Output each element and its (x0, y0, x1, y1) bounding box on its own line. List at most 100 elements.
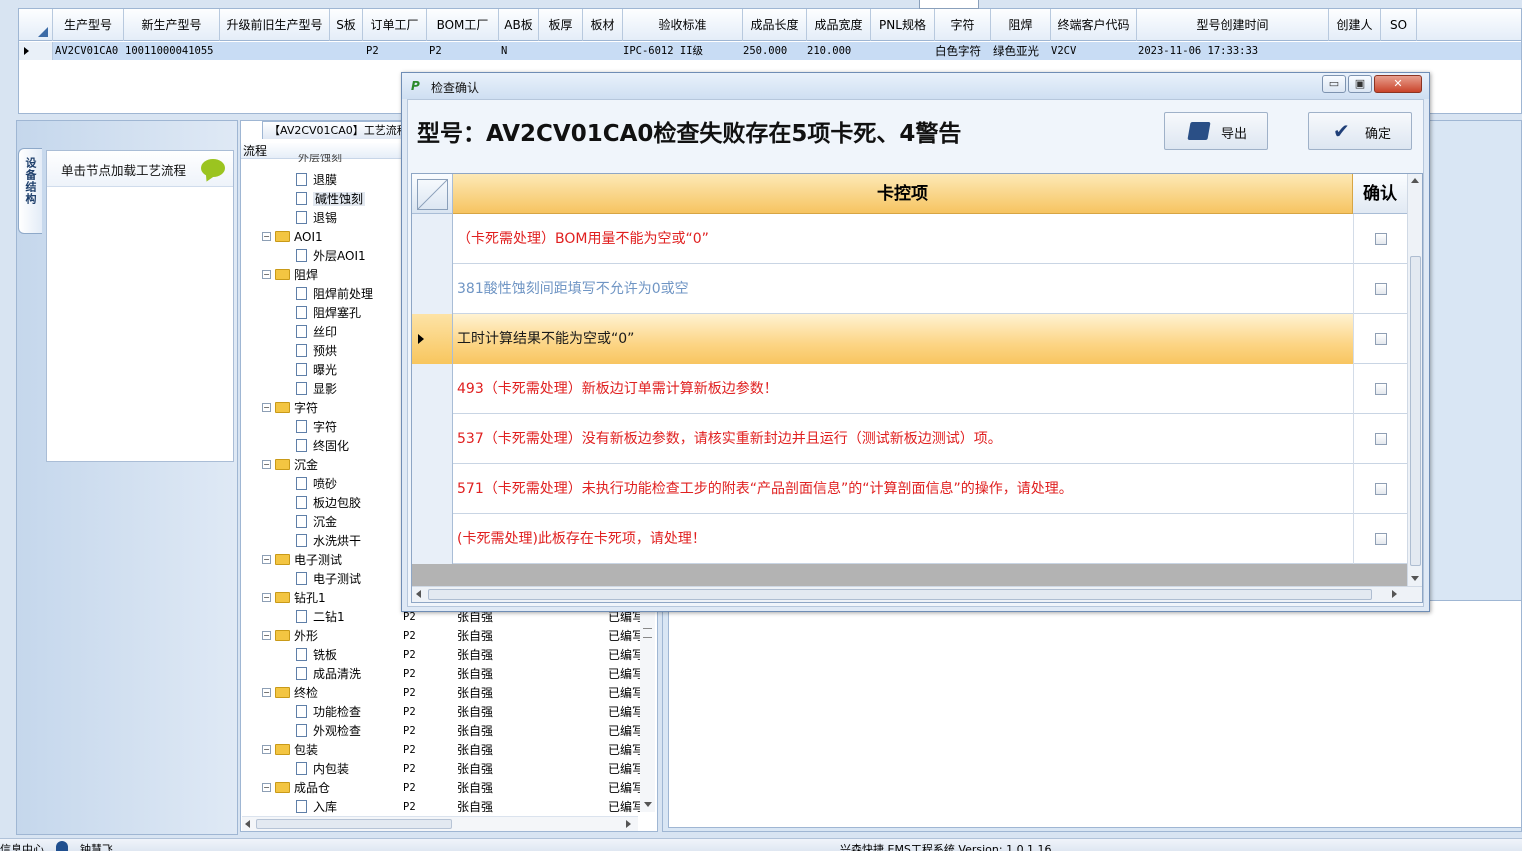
row-header[interactable] (412, 414, 453, 464)
scroll-thumb[interactable] (428, 589, 1372, 600)
check-item-row[interactable]: （卡死需处理）BOM用量不能为空或“0” (412, 214, 1407, 264)
grid-corner[interactable] (19, 9, 53, 41)
check-item-row[interactable]: 工时计算结果不能为空或“0” (412, 314, 1407, 364)
row-indicator[interactable] (19, 42, 53, 60)
confirm-checkbox[interactable] (1375, 333, 1387, 345)
export-button[interactable]: 导出 (1164, 112, 1268, 150)
collapse-icon[interactable]: − (262, 232, 271, 241)
check-item-row[interactable]: (卡死需处理)此板存在卡死项，请处理！ (412, 514, 1407, 564)
tree-group-node[interactable]: − 包装 (262, 741, 318, 760)
tree-group-node[interactable]: − 终检 (262, 684, 318, 703)
col-header-so[interactable]: SO (1381, 9, 1417, 41)
collapse-icon[interactable]: − (262, 403, 271, 412)
tree-step-node[interactable]: 喷砂 (296, 475, 337, 494)
process-tab-title[interactable]: 【AV2CV01CA0】工艺流程 (262, 121, 415, 139)
row-header[interactable] (412, 464, 453, 514)
tree-group-node[interactable]: − 电子测试 (262, 551, 342, 570)
col-header-old-model[interactable]: 升级前旧生产型号 (220, 9, 330, 41)
collapse-icon[interactable]: − (262, 745, 271, 754)
col-header-creator[interactable]: 创建人 (1329, 9, 1381, 41)
confirm-checkbox[interactable] (1375, 233, 1387, 245)
row-header[interactable] (412, 264, 453, 314)
col-header-solder[interactable]: 阻焊 (991, 9, 1051, 41)
col-header-check-item[interactable]: 卡控项 (453, 174, 1353, 214)
tree-group-node[interactable]: − AOI1 (262, 228, 323, 247)
col-header-width[interactable]: 成品宽度 (807, 9, 871, 41)
tree-step-node[interactable]: 字符 (296, 418, 337, 437)
confirm-checkbox[interactable] (1375, 483, 1387, 495)
tree-step-node[interactable]: 曝光 (296, 361, 337, 380)
tree-step-node[interactable]: 预烘 (296, 342, 337, 361)
tree-step-node[interactable]: 铣板 (296, 646, 337, 665)
collapse-icon[interactable]: − (262, 270, 271, 279)
collapse-icon[interactable]: − (262, 555, 271, 564)
tree-step-node[interactable]: 电子测试 (296, 570, 361, 589)
col-header-material[interactable]: 板材 (583, 9, 623, 41)
col-header-order-factory[interactable]: 订单工厂 (363, 9, 427, 41)
collapse-icon[interactable]: − (262, 783, 271, 792)
col-header-standard[interactable]: 验收标准 (623, 9, 743, 41)
tree-group-node[interactable]: − 钻孔1 (262, 589, 326, 608)
confirm-button[interactable]: ✔ 确定 (1308, 112, 1412, 150)
row-header[interactable] (412, 364, 453, 414)
scroll-left-icon[interactable] (416, 590, 421, 598)
col-header-thickness[interactable]: 板厚 (539, 9, 583, 41)
table-row[interactable]: AV2CV01CA0 10011000041055 P2 P2 N IPC-60… (19, 42, 1521, 60)
col-header-length[interactable]: 成品长度 (743, 9, 807, 41)
tree-step-node[interactable]: 外观检查 (296, 722, 361, 741)
col-header-confirm[interactable]: 确认 (1353, 174, 1407, 214)
tree-step-node[interactable]: 入库 (296, 798, 337, 817)
grid-vertical-scrollbar[interactable] (1407, 174, 1422, 586)
tree-step-node[interactable]: 水洗烘干 (296, 532, 361, 551)
check-item-row[interactable]: 493（卡死需处理）新板边订单需计算新板边参数！ (412, 364, 1407, 414)
col-header-new-model[interactable]: 新生产型号 (124, 9, 220, 41)
col-header-s-board[interactable]: S板 (330, 9, 363, 41)
tree-group-node[interactable]: − 成品仓 (262, 779, 330, 798)
tree-step-node[interactable]: 成品清洗 (296, 665, 361, 684)
col-header-bom-factory[interactable]: BOM工厂 (427, 9, 499, 41)
scroll-thumb[interactable] (256, 819, 452, 829)
tree-group-node[interactable]: − 外形 (262, 627, 318, 646)
tree-step-node[interactable]: 二钻1 (296, 608, 345, 627)
row-header[interactable] (412, 514, 453, 564)
dialog-titlebar[interactable]: P 检查确认 ▭ ▣ ✕ (402, 73, 1429, 99)
confirm-checkbox[interactable] (1375, 433, 1387, 445)
scroll-right-icon[interactable] (626, 820, 631, 828)
grid-select-all-corner[interactable] (412, 174, 453, 214)
check-item-row[interactable]: 381酸性蚀刻间距填写不允许为0或空 (412, 264, 1407, 314)
col-header-pnl[interactable]: PNL规格 (871, 9, 935, 41)
tree-step-node[interactable]: 阻焊前处理 (296, 285, 373, 304)
tree-step-node[interactable]: 碱性蚀刻 (296, 190, 366, 209)
tree-step-node[interactable]: 丝印 (296, 323, 337, 342)
maximize-button[interactable]: ▣ (1348, 75, 1372, 93)
tree-step-node[interactable]: 沉金 (296, 513, 337, 532)
scroll-up-icon[interactable] (1411, 178, 1419, 183)
check-item-row[interactable]: 537（卡死需处理）没有新板边参数，请核实重新封边并且运行（测试新板边测试）项。 (412, 414, 1407, 464)
collapse-icon[interactable]: − (262, 631, 271, 640)
confirm-checkbox[interactable] (1375, 383, 1387, 395)
tree-step-node[interactable]: 退膜 (296, 171, 337, 190)
tree-step-node[interactable]: 板边包胶 (296, 494, 361, 513)
col-header-model[interactable]: 生产型号 (53, 9, 124, 41)
tree-step-node[interactable]: 终固化 (296, 437, 349, 456)
col-header-created[interactable]: 型号创建时间 (1137, 9, 1329, 41)
scroll-left-icon[interactable] (245, 820, 250, 828)
row-header[interactable] (412, 214, 453, 264)
close-button[interactable]: ✕ (1374, 75, 1422, 93)
tree-step-node[interactable]: 阻焊塞孔 (296, 304, 361, 323)
tree-step-node[interactable]: 外层AOI1 (296, 247, 366, 266)
scroll-thumb[interactable] (1410, 256, 1421, 566)
tree-vertical-scrollbar[interactable] (640, 612, 655, 812)
scroll-down-icon[interactable] (1411, 576, 1419, 581)
tree-group-node[interactable]: − 阻焊 (262, 266, 318, 285)
tree-step-node[interactable]: 显影 (296, 380, 337, 399)
scroll-right-icon[interactable] (1392, 590, 1397, 598)
grid-horizontal-scrollbar[interactable] (412, 586, 1422, 602)
scroll-down-icon[interactable] (644, 802, 652, 807)
tree-group-node[interactable]: − 字符 (262, 399, 318, 418)
check-item-row[interactable]: 571（卡死需处理）未执行功能检查工步的附表“产品剖面信息”的“计算剖面信息”的… (412, 464, 1407, 514)
side-tab-equipment[interactable]: 设备结构 (18, 148, 42, 234)
tree-step-node[interactable]: 退锡 (296, 209, 337, 228)
tree-group-node[interactable]: − 沉金 (262, 456, 318, 475)
collapse-icon[interactable]: − (262, 688, 271, 697)
